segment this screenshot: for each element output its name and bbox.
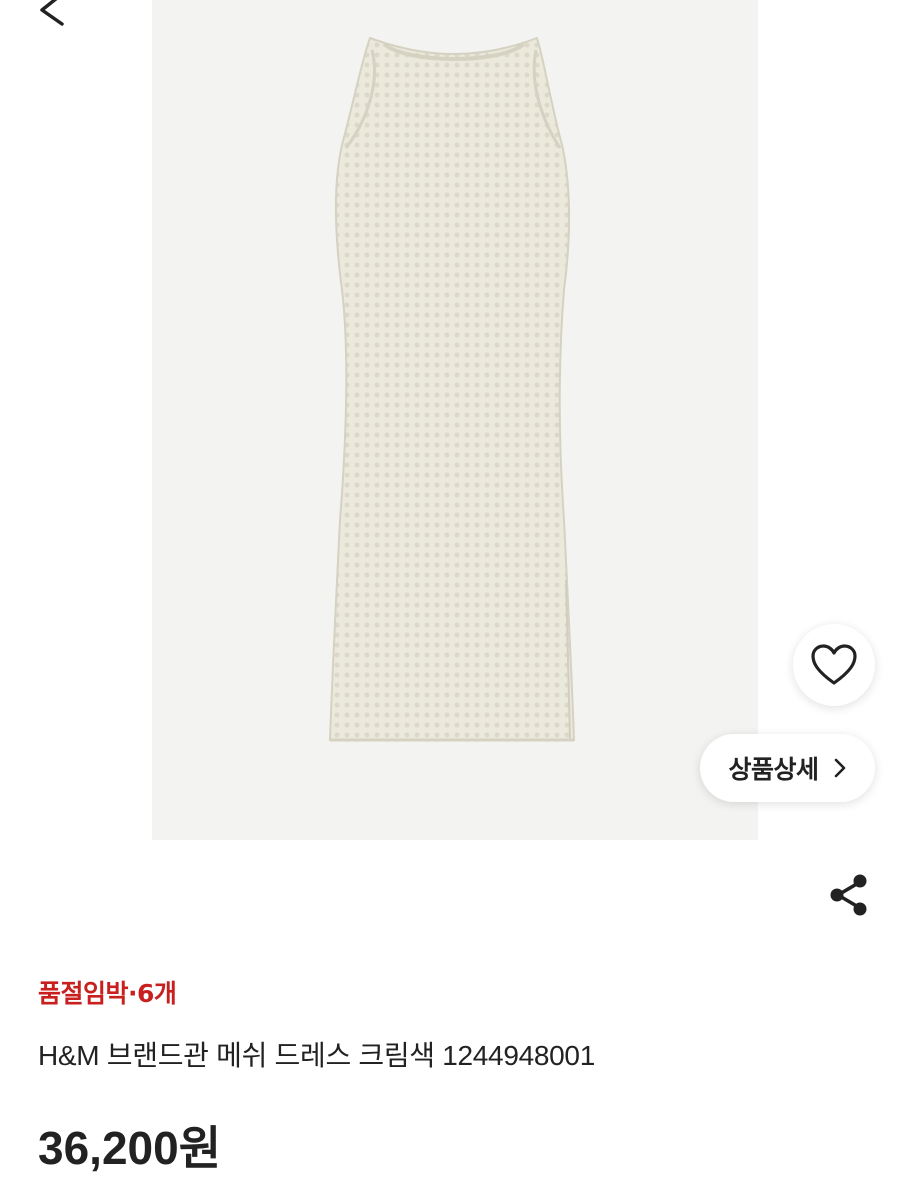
chevron-left-icon	[40, 0, 64, 26]
product-price: 36,200원	[38, 1122, 222, 1174]
share-icon	[830, 874, 867, 916]
heart-outline-icon	[811, 644, 857, 685]
product-detail-label: 상품상세	[728, 755, 819, 784]
product-detail-button[interactable]: 상품상세	[700, 734, 875, 802]
share-button[interactable]	[824, 868, 874, 922]
product-detail-page: 상품상세 품절임박·6개 H&M 브랜드관 메쉬 드레스 크림색 1244948…	[0, 0, 911, 1200]
chevron-right-icon	[834, 758, 845, 778]
wishlist-button[interactable]	[793, 624, 875, 706]
back-button[interactable]	[22, 0, 78, 40]
product-photo	[152, 0, 758, 840]
product-title: H&M 브랜드관 메쉬 드레스 크림색 1244948001	[38, 1040, 595, 1071]
stock-badge: 품절임박·6개	[38, 979, 177, 1008]
product-image-gallery[interactable]: 상품상세	[0, 0, 911, 840]
dress-illustration	[328, 36, 576, 742]
